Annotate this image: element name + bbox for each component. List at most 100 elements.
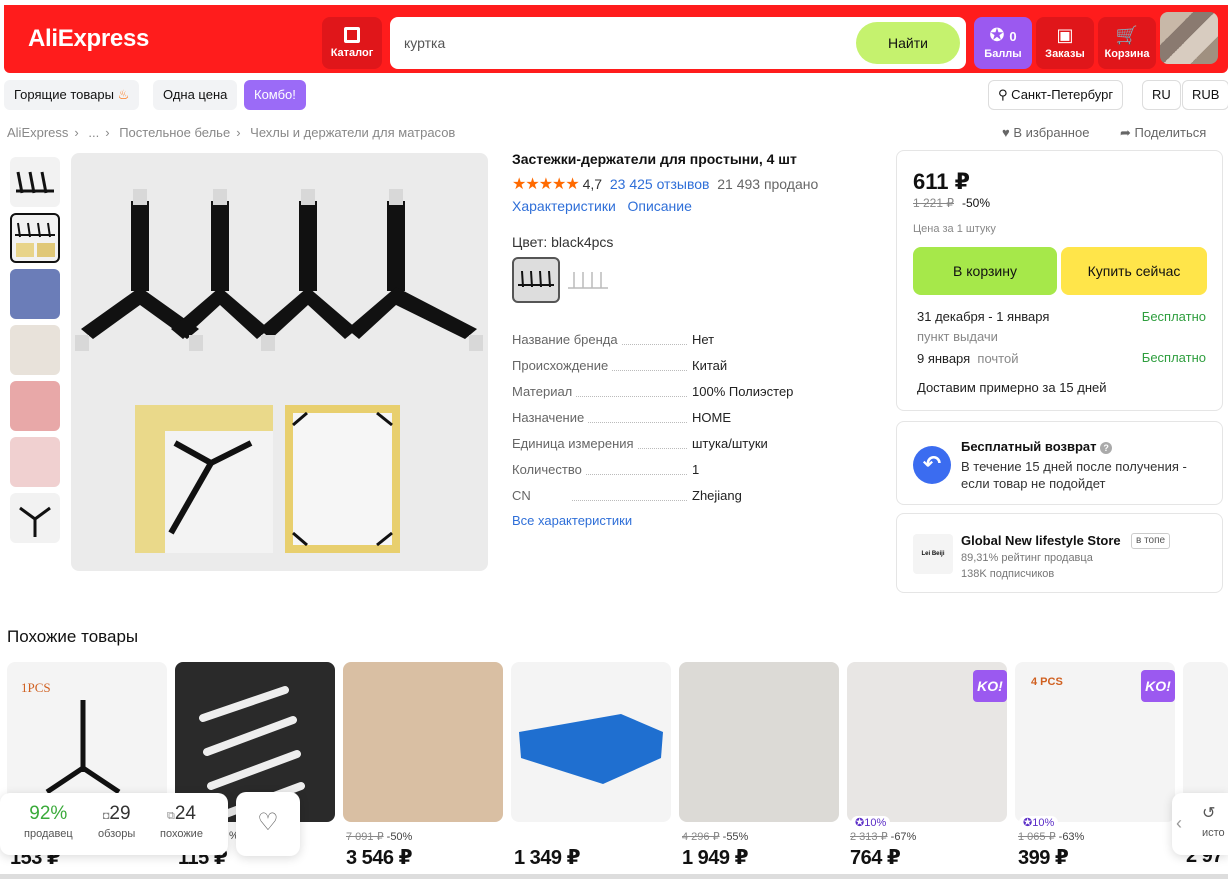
- reviews-number: 29: [109, 803, 131, 824]
- thumbnail[interactable]: [10, 269, 60, 319]
- breadcrumb: AliExpress › ... › Постельное белье › Чехлы…: [7, 125, 461, 140]
- points-button[interactable]: ✪ 0 Баллы: [974, 17, 1032, 69]
- all-specs-link[interactable]: Все характеристики: [512, 513, 632, 528]
- thumbnail[interactable]: [10, 325, 60, 375]
- thumbnail[interactable]: [10, 157, 60, 207]
- orders-button[interactable]: ▣ Заказы: [1036, 17, 1094, 69]
- favorite-button[interactable]: ♥ В избранное: [1002, 125, 1089, 140]
- card-old-price: 1 065 ₽ -63%: [1018, 830, 1084, 843]
- color-swatch-white[interactable]: [564, 260, 612, 302]
- city-selector[interactable]: ⚲ Санкт-Петербург: [988, 80, 1124, 110]
- thumbnail-selected[interactable]: [10, 213, 60, 263]
- discount: -50%: [386, 831, 413, 843]
- card-old-price: 7 091 ₽ -50%: [346, 830, 412, 843]
- share-icon: ➦: [1120, 125, 1131, 140]
- product-card[interactable]: [511, 662, 671, 822]
- free-return-box[interactable]: ↶ Бесплатный возврат ? В течение 15 дней…: [896, 421, 1223, 505]
- chevron-right-icon: ›: [236, 125, 241, 140]
- store-box[interactable]: Lei Beiji Global New lifestyle Store в т…: [896, 513, 1223, 593]
- breadcrumb-item[interactable]: AliExpress: [7, 125, 68, 140]
- discount: -63%: [1058, 831, 1085, 843]
- card-price: 1 349 ₽: [514, 847, 581, 869]
- product-card[interactable]: KO!: [847, 662, 1007, 822]
- rating-value: 4,7: [582, 176, 603, 192]
- catalog-button[interactable]: Каталог: [322, 17, 382, 69]
- similar-label: похожие: [160, 828, 203, 840]
- specs-table: Название бренда Нет Происхождение Китай Ма…: [512, 330, 882, 512]
- thumbnail[interactable]: [10, 437, 60, 487]
- add-to-cart-button[interactable]: В корзину: [913, 247, 1057, 295]
- card-old-price: 4 296 ₽ -55%: [682, 830, 748, 843]
- orders-label: Заказы: [1045, 48, 1085, 60]
- search-button[interactable]: Найти: [856, 22, 960, 64]
- points-count: 0: [1009, 29, 1017, 44]
- card-label: 4 PCS: [1031, 676, 1063, 688]
- product-card[interactable]: [343, 662, 503, 822]
- share-button[interactable]: ➦ Поделиться: [1120, 125, 1206, 141]
- product-stats-panel: 92% продавец ◘29 обзоры ⧉24 похожие: [0, 793, 228, 855]
- price: 611 ₽: [913, 169, 970, 194]
- aliexpress-logo[interactable]: AliExpress: [28, 25, 149, 53]
- combo-chip[interactable]: Комбо!: [244, 80, 306, 110]
- history-panel[interactable]: ‹ ↺ исто: [1172, 793, 1228, 855]
- coupon-text: 10%: [864, 817, 887, 829]
- similar-count: ⧉24: [160, 803, 203, 825]
- similar-number: 24: [174, 803, 196, 824]
- product-rating: ★★★★★ 4,7 23 425 отзывов 21 493 продано: [512, 174, 818, 194]
- color-swatch-black[interactable]: [512, 257, 560, 303]
- tab-specs[interactable]: Характеристики: [512, 198, 616, 214]
- card-old-price: 2 313 ₽ -67%: [850, 830, 916, 843]
- tab-description[interactable]: Описание: [627, 198, 691, 214]
- hot-deals-chip[interactable]: Горящие товары ♨: [4, 80, 140, 110]
- breadcrumb-item[interactable]: Постельное белье: [119, 125, 230, 140]
- spec-value: штука/штуки: [692, 436, 768, 451]
- stat-similar[interactable]: ⧉24 похожие: [160, 803, 203, 840]
- language-selector[interactable]: RU: [1142, 80, 1181, 110]
- thumbnail[interactable]: [10, 381, 60, 431]
- reviews-label: обзоры: [98, 828, 136, 840]
- spec-key: Материал: [512, 384, 576, 399]
- old-price: 1 065 ₽: [1018, 831, 1056, 843]
- product-main-image[interactable]: [71, 153, 488, 571]
- hot-deals-label: Горящие товары: [14, 87, 114, 102]
- chevron-right-icon: ›: [105, 125, 110, 140]
- stat-seller[interactable]: 92% продавец: [24, 803, 73, 840]
- spec-key: Единица измерения: [512, 436, 637, 451]
- points-icon: ✪ 0: [989, 25, 1017, 45]
- breadcrumb-item[interactable]: Чехлы и держатели для матрасов: [250, 125, 455, 140]
- thumbnail[interactable]: [10, 493, 60, 543]
- chevron-left-icon[interactable]: ‹: [1176, 813, 1182, 834]
- store-name[interactable]: Global New lifestyle Store: [961, 533, 1121, 548]
- product-card[interactable]: 4 PCS KO!: [1015, 662, 1175, 822]
- coupon-text: 10%: [1032, 817, 1055, 829]
- cart-icon: 🛒: [1115, 25, 1139, 45]
- one-price-chip[interactable]: Одна цена: [153, 80, 238, 110]
- old-price: 2 313 ₽: [850, 831, 888, 843]
- history-icon: ↺: [1202, 805, 1216, 822]
- avatar[interactable]: [1160, 12, 1218, 64]
- store-badge: в топе: [1131, 533, 1171, 549]
- discount: -67%: [890, 831, 917, 843]
- search-input[interactable]: [404, 17, 844, 69]
- store-logo: Lei Beiji: [913, 534, 953, 574]
- info-icon[interactable]: ?: [1100, 442, 1113, 454]
- points-label: Баллы: [984, 48, 1022, 60]
- rating-stars-icon: ★★★★★: [512, 176, 580, 193]
- breadcrumb-item[interactable]: ...: [88, 125, 99, 140]
- wishlist-heart-button[interactable]: ♡: [236, 792, 300, 856]
- unit-label: Цена за 1 штуку: [913, 223, 996, 235]
- buy-now-button[interactable]: Купить сейчас: [1061, 247, 1207, 295]
- currency-selector[interactable]: RUB: [1182, 80, 1228, 110]
- product-card[interactable]: [679, 662, 839, 822]
- seller-label: продавец: [24, 828, 73, 840]
- old-price-row: 1 221 ₽ -50%: [913, 196, 990, 210]
- product-title: Застежки-держатели для простыни, 4 шт: [512, 151, 797, 167]
- buy-box: 611 ₽ 1 221 ₽ -50% Цена за 1 штуку В корз…: [896, 150, 1223, 411]
- cart-button[interactable]: 🛒 Корзина: [1098, 17, 1156, 69]
- old-price: 7 091 ₽: [346, 831, 384, 843]
- return-text: В течение 15 дней после получения - если…: [961, 459, 1187, 491]
- delivery-date-2: 9 января: [917, 351, 971, 366]
- stat-reviews[interactable]: ◘29 обзоры: [98, 803, 135, 840]
- store-info: 89,31% рейтинг продавца 138K подписчиков: [961, 550, 1093, 582]
- reviews-link[interactable]: 23 425 отзывов: [610, 176, 710, 192]
